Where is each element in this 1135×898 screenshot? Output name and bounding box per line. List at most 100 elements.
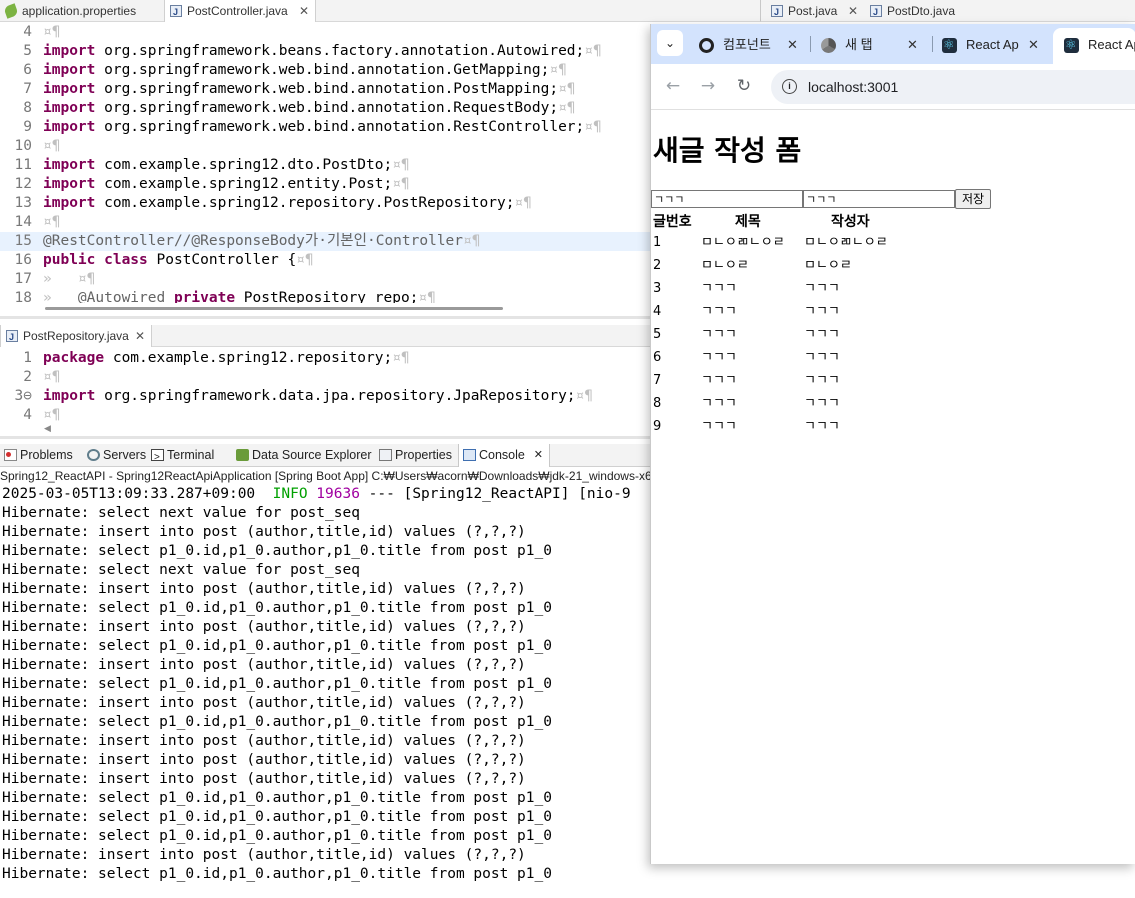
java-file-icon [170,1,182,23]
editor-splitter[interactable] [0,316,650,319]
view-tab-servers[interactable]: Servers [83,444,147,467]
line-number: 16 [14,252,32,268]
view-tab-terminal[interactable]: Terminal [147,444,229,469]
code-text: import org.springframework.web.bind.anno… [43,100,576,116]
post-id-cell: 5 [653,327,662,342]
close-icon[interactable]: ✕ [135,325,145,347]
post-author-cell: ㅁㄴㅇㄹ [804,258,852,273]
tab-search-icon[interactable]: ⌄ [657,30,683,56]
tab-post-java[interactable]: Post.java ✕ [766,0,862,23]
repository-tab-bar: PostRepository.java ✕ [0,325,650,348]
code-line: 2 ¤¶ [0,368,650,387]
tab-separator [932,36,933,52]
column-header-author: 작성자 [831,214,870,230]
view-tab-data-source-explorer[interactable]: Data Source Explorer [232,444,372,467]
address-bar[interactable]: i localhost:3001 [771,70,1135,104]
view-tab-properties[interactable]: Properties [375,444,455,467]
column-header-title: 제목 [735,214,761,230]
view-tab-label: Servers [103,448,147,462]
author-input[interactable] [803,190,955,208]
post-id-cell: 2 [653,258,662,273]
title-input[interactable] [651,190,803,208]
close-icon[interactable]: ✕ [787,28,798,62]
code-line: 3⊖ import org.springframework.data.jpa.re… [0,387,650,406]
console-log-line: Hibernate: select p1_0.id,p1_0.author,p1… [2,638,552,654]
tab-postdto-java[interactable]: PostDto.java [865,0,975,23]
react-icon [1064,28,1079,62]
panel-splitter[interactable] [0,436,650,439]
code-text: ¤¶ [43,138,61,154]
post-author-cell: ㄱㄱㄱ [804,350,840,365]
post-id-cell: 7 [653,373,662,388]
page-heading: 새글 작성 폼 [653,134,802,167]
tab-postrepository-java[interactable]: PostRepository.java ✕ [0,325,152,348]
tab-application-properties[interactable]: application.properties [0,0,160,22]
console-log-line: Hibernate: select p1_0.id,p1_0.author,p1… [2,866,552,882]
line-number: 12 [14,176,32,192]
java-file-icon [870,1,882,23]
browser-tab-component[interactable]: 컴포넌트 ✕ [699,28,809,64]
code-text: ¤¶ [43,214,61,230]
line-number: 13 [14,195,32,211]
code-line: 16 public class PostController {¤¶ [0,251,650,270]
react-icon [942,28,957,62]
code-line: 4 ¤¶ [0,23,650,42]
forward-button[interactable]: → [697,75,719,97]
properties-icon [379,449,392,461]
line-number: 6 [23,62,32,78]
back-button[interactable]: ← [662,75,684,97]
browser-window: ⌄ 컴포넌트 ✕ 새 탭 ✕ React Ap ✕ React Ap ← → ↻… [650,24,1135,864]
tab-postcontroller-java[interactable]: PostController.java ✕ [164,0,316,23]
code-line: 4 ¤¶ [0,406,650,421]
code-line: 5 import org.springframework.beans.factor… [0,42,650,61]
component-icon [699,38,714,53]
code-line: 6 import org.springframework.web.bind.ann… [0,61,650,80]
console-log-line: 2025-03-05T13:09:33.287+09:00 INFO 19636… [2,486,631,502]
close-icon[interactable]: ✕ [848,0,858,22]
post-title-cell: ㄱㄱㄱ [701,419,737,434]
postcontroller-editor[interactable]: 4 ¤¶ 5 import org.springframework.beans.fac… [0,23,650,303]
line-number: 17 [14,271,32,287]
line-number: 4 [23,407,32,421]
save-button[interactable]: 저장 [955,189,991,209]
console-log-line: Hibernate: insert into post (author,titl… [2,524,526,540]
line-number: 3⊖ [14,388,32,404]
view-tab-label: Properties [395,448,452,462]
code-text: @RestController//@ResponseBody가·기본인·Cont… [43,233,481,249]
line-number: 8 [23,100,32,116]
scroll-left-arrow[interactable]: ◀ [44,424,51,434]
code-line: 7 import org.springframework.web.bind.ann… [0,80,650,99]
post-author-cell: ㄱㄱㄱ [804,396,840,411]
view-tab-problems[interactable]: Problems [0,444,80,467]
browser-tab-react-app[interactable]: React Ap ✕ [942,28,1052,64]
horizontal-scrollbar[interactable] [45,307,503,310]
tab-label: application.properties [22,4,137,18]
browser-tab-new-tab[interactable]: 새 탭 ✕ [821,28,931,64]
post-author-cell: ㄱㄱㄱ [804,304,840,319]
url-text: localhost:3001 [808,79,899,95]
editor-tab-bar-right: Post.java ✕ PostDto.java [760,0,1135,23]
browser-tab-react-app-active[interactable]: React Ap [1053,28,1135,64]
view-tab-console[interactable]: Console ✕ [458,444,550,467]
post-title-cell: ㅁㄴㅇㄻㄴㅇㄹ [701,235,785,250]
code-text: import org.springframework.web.bind.anno… [43,62,567,78]
close-icon[interactable]: ✕ [534,444,543,467]
line-number: 5 [23,43,32,59]
site-info-icon[interactable]: i [782,79,797,94]
console-icon [463,449,476,461]
postrepository-editor[interactable]: 1 package com.example.spring12.repository… [0,349,650,421]
post-id-cell: 1 [653,235,662,250]
post-id-cell: 8 [653,396,662,411]
console-log-line: Hibernate: select next value for post_se… [2,505,360,521]
close-icon[interactable]: ✕ [1028,28,1039,62]
post-title-cell: ㄱㄱㄱ [701,327,737,342]
reload-button[interactable]: ↻ [733,75,755,97]
code-line: 12 import com.example.spring12.entity.Pos… [0,175,650,194]
post-title-cell: ㅁㄴㅇㄹ [701,258,749,273]
views-tab-bar: Problems Servers Terminal Data Source Explo… [0,444,650,469]
close-icon[interactable]: ✕ [299,0,309,22]
line-number: 1 [23,350,32,366]
code-line: 14 ¤¶ [0,213,650,232]
close-icon[interactable]: ✕ [907,28,918,62]
console-log-line: Hibernate: select p1_0.id,p1_0.author,p1… [2,828,552,844]
